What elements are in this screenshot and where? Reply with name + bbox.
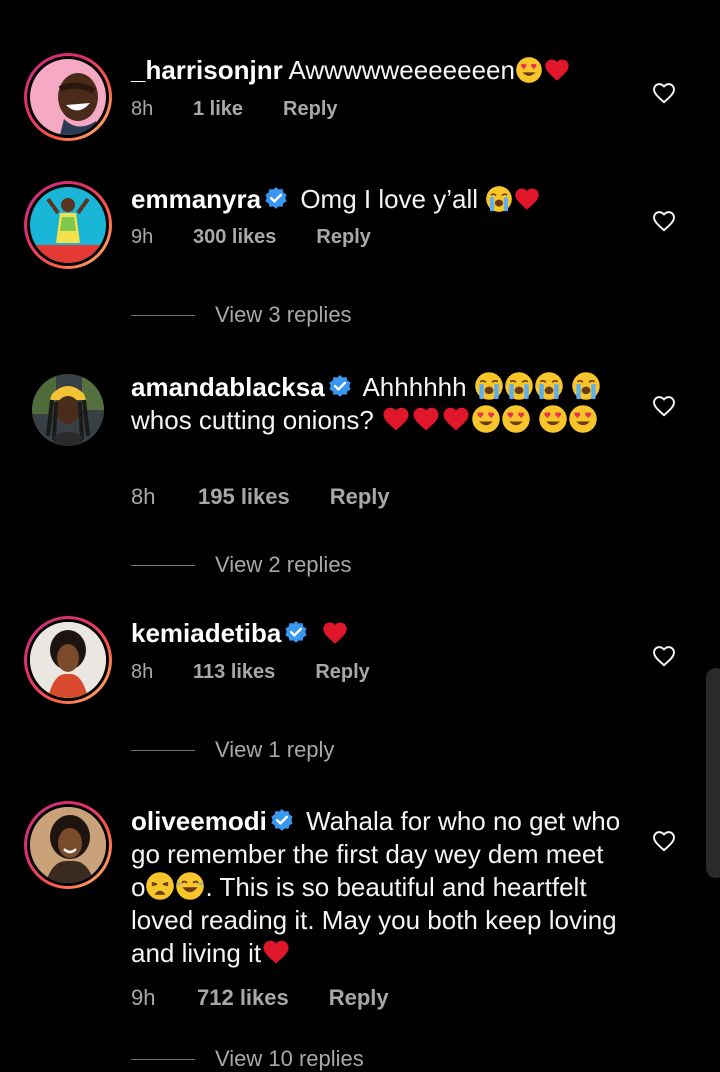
verified-badge-icon <box>327 374 353 400</box>
view-replies-label: View 1 reply <box>215 737 335 762</box>
loudly-crying-emoji <box>485 185 513 213</box>
comment-text-continued: whos cutting onions? <box>131 405 374 435</box>
red-heart-emoji <box>381 404 411 434</box>
heart-eyes-emoji <box>471 404 501 434</box>
avatar[interactable] <box>32 374 104 446</box>
scroll-handle[interactable] <box>706 668 720 878</box>
comment-meta: 8h 195 likes Reply <box>131 484 390 510</box>
likes-count[interactable]: 195 likes <box>198 484 290 510</box>
like-heart-icon[interactable] <box>650 643 678 669</box>
username[interactable]: kemiadetiba <box>131 618 281 648</box>
comment-body: amandablacksa Ahhhhhh whos cutting onion… <box>131 371 631 437</box>
divider-line <box>131 1058 195 1060</box>
likes-count[interactable]: 712 likes <box>197 985 289 1011</box>
username[interactable]: amandablacksa <box>131 372 325 402</box>
verified-badge-icon <box>283 620 309 646</box>
reply-button[interactable]: Reply <box>283 98 337 121</box>
like-heart-icon[interactable] <box>650 393 678 419</box>
heart-eyes-emoji <box>515 56 543 84</box>
reply-button[interactable]: Reply <box>316 226 370 249</box>
heart-eyes-emoji <box>568 404 598 434</box>
comment-meta: 8h 1 like Reply <box>131 98 338 121</box>
likes-count[interactable]: 300 likes <box>193 226 276 249</box>
username[interactable]: _harrisonjnr <box>131 55 283 85</box>
weary-emoji <box>145 871 175 901</box>
verified-badge-icon <box>263 186 289 212</box>
view-replies-label: View 3 replies <box>215 302 352 327</box>
tears-of-joy-emoji <box>175 871 205 901</box>
view-replies-button[interactable]: View 10 replies <box>131 1046 364 1072</box>
avatar[interactable] <box>24 181 112 269</box>
reply-button[interactable]: Reply <box>315 661 369 684</box>
loudly-crying-emoji <box>504 371 534 401</box>
view-replies-label: View 2 replies <box>215 552 352 577</box>
divider-line <box>131 749 195 751</box>
red-heart-emoji <box>411 404 441 434</box>
red-heart-emoji <box>261 937 291 967</box>
comment-body: _harrisonjnr Awwwwweeeeeeen <box>131 54 631 87</box>
red-heart-emoji <box>513 185 541 213</box>
timestamp: 8h <box>131 484 156 509</box>
avatar[interactable] <box>24 801 112 889</box>
timestamp: 9h <box>131 985 156 1010</box>
comment-meta: 9h 712 likes Reply <box>131 985 389 1011</box>
comment-text: Ahhhhhh <box>362 372 467 402</box>
timestamp: 9h <box>131 226 154 248</box>
view-replies-button[interactable]: View 1 reply <box>131 737 334 763</box>
like-heart-icon[interactable] <box>650 828 678 854</box>
avatar[interactable] <box>24 53 112 141</box>
likes-count[interactable]: 113 likes <box>193 661 275 684</box>
loudly-crying-emoji <box>534 371 564 401</box>
divider-line <box>131 564 195 566</box>
comment-meta: 9h 300 likes Reply <box>131 226 371 249</box>
heart-eyes-emoji <box>538 404 568 434</box>
username[interactable]: emmanyra <box>131 184 261 214</box>
loudly-crying-emoji <box>474 371 504 401</box>
divider-line <box>131 314 195 316</box>
likes-count[interactable]: 1 like <box>193 98 243 121</box>
red-heart-emoji <box>321 619 349 647</box>
like-heart-icon[interactable] <box>650 208 678 234</box>
comment-body: oliveemodi Wahala for who no get who go … <box>131 805 621 970</box>
reply-button[interactable]: Reply <box>330 484 390 510</box>
heart-eyes-emoji <box>501 404 531 434</box>
view-replies-label: View 10 replies <box>215 1046 364 1071</box>
timestamp: 8h <box>131 661 154 683</box>
reply-button[interactable]: Reply <box>329 985 389 1011</box>
comment-text: Omg I love y’all <box>300 184 479 214</box>
loudly-crying-emoji <box>571 371 601 401</box>
red-heart-emoji <box>543 56 571 84</box>
timestamp: 8h <box>131 98 154 120</box>
verified-badge-icon <box>269 808 295 834</box>
comment-text: Awwwwweeeeeeen <box>288 55 515 85</box>
view-replies-button[interactable]: View 2 replies <box>131 552 352 578</box>
like-heart-icon[interactable] <box>650 80 678 106</box>
comment-meta: 8h 113 likes Reply <box>131 661 370 684</box>
comment-body: emmanyra Omg I love y’all <box>131 183 631 216</box>
username[interactable]: oliveemodi <box>131 806 267 836</box>
avatar[interactable] <box>24 616 112 704</box>
comment-body: kemiadetiba <box>131 617 631 650</box>
view-replies-button[interactable]: View 3 replies <box>131 302 352 328</box>
red-heart-emoji <box>441 404 471 434</box>
